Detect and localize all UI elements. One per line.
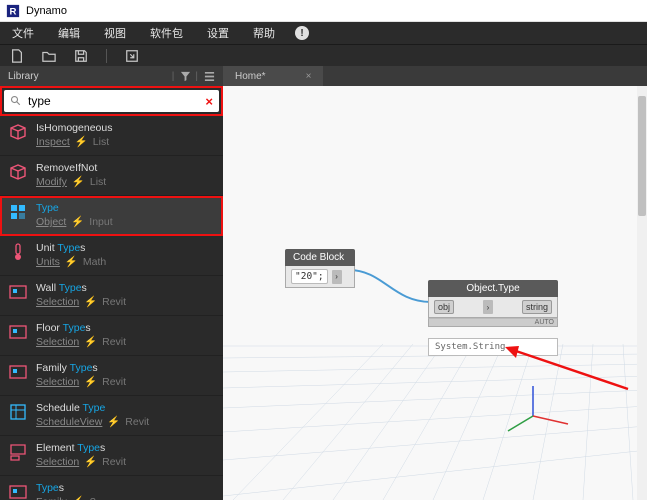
item-title: IsHomogeneous [36,122,112,135]
new-icon[interactable] [10,49,24,63]
library-item[interactable]: Element TypesSelection ⚡ Revit [0,436,223,476]
window-title: Dynamo [26,5,67,17]
library-item[interactable]: Wall TypesSelection ⚡ Revit [0,276,223,316]
filter-divider2: | [195,71,198,82]
alert-icon[interactable]: ! [295,26,309,40]
close-tab-icon[interactable]: × [306,71,312,82]
item-title: Type [36,202,113,215]
library-item[interactable]: Family TypesSelection ⚡ Revit [0,356,223,396]
search-highlight: × [0,86,223,116]
item-subtitle: Selection ⚡ Revit [36,376,126,389]
item-title: Floor Types [36,322,126,335]
item-subtitle: Object ⚡ Input [36,216,113,229]
search-input[interactable] [28,94,205,108]
menubar: 文件 编辑 视图 软件包 设置 帮助 ! [0,22,647,44]
item-title: Family Types [36,362,126,375]
item-title: Element Types [36,442,126,455]
input-port-obj[interactable]: obj [434,300,454,314]
library-header-label: Library [8,71,39,82]
save-icon[interactable] [74,49,88,63]
library-header: Library | | [0,66,223,86]
item-title: Wall Types [36,282,126,295]
library-item[interactable]: RemoveIfNotModify ⚡ List [0,156,223,196]
library-item[interactable]: TypeObject ⚡ Input [0,196,223,236]
vertical-scrollbar[interactable] [637,86,647,500]
menu-settings[interactable]: 设置 [195,25,241,41]
item-icon [8,482,28,500]
menu-help[interactable]: 帮助 [241,25,287,41]
list-view-icon[interactable] [204,71,215,82]
output-port[interactable]: › [332,270,342,284]
item-icon [8,242,28,262]
search-box[interactable]: × [4,90,219,112]
toolbar-divider [106,49,107,63]
menu-view[interactable]: 视图 [92,25,138,41]
item-title: Types [36,482,96,495]
graph-canvas[interactable]: Code Block "20"; › Object.Type obj › str… [223,86,647,500]
item-icon [8,442,28,462]
open-icon[interactable] [42,49,56,63]
library-item[interactable]: IsHomogeneousInspect ⚡ List [0,116,223,156]
filter-icon[interactable] [180,71,191,82]
tab-bar: Home* × [223,66,647,86]
library-item[interactable]: TypesFamily ⚡ ? [0,476,223,500]
node-header[interactable]: Object.Type [428,280,558,297]
output-port-string[interactable]: string [522,300,552,314]
titlebar: R Dynamo [0,0,647,22]
menu-file[interactable]: 文件 [0,25,46,41]
library-results[interactable]: IsHomogeneousInspect ⚡ ListRemoveIfNotMo… [0,116,223,500]
toolbar [0,44,647,66]
library-panel: Library | | × IsHomogeneousInspect ⚡ Lis… [0,66,223,500]
item-title: RemoveIfNot [36,162,106,175]
annotation-arrow-icon [503,344,633,394]
item-title: Unit Types [36,242,106,255]
item-subtitle: ScheduleView ⚡ Revit [36,416,149,429]
tab-home[interactable]: Home* × [223,66,323,86]
item-icon [8,162,28,182]
item-subtitle: Modify ⚡ List [36,176,106,189]
node-code-block[interactable]: Code Block "20"; › [285,249,355,288]
export-icon[interactable] [125,49,139,63]
library-item[interactable]: Floor TypesSelection ⚡ Revit [0,316,223,356]
item-icon [8,282,28,302]
clear-search-icon[interactable]: × [205,94,213,109]
node-header[interactable]: Code Block [285,249,355,266]
library-item[interactable]: Schedule TypeScheduleView ⚡ Revit [0,396,223,436]
canvas-area: Home* × [223,66,647,500]
tab-label: Home* [235,71,266,82]
svg-text:R: R [10,6,17,17]
menu-packages[interactable]: 软件包 [138,25,195,41]
menu-edit[interactable]: 编辑 [46,25,92,41]
item-icon [8,362,28,382]
revit-logo-icon: R [6,4,20,18]
item-icon [8,202,28,222]
item-icon [8,322,28,342]
item-subtitle: Selection ⚡ Revit [36,456,126,469]
code-block-value[interactable]: "20"; [291,269,328,284]
item-title: Schedule Type [36,402,149,415]
scrollbar-thumb[interactable] [638,96,646,216]
item-subtitle: Inspect ⚡ List [36,136,112,149]
item-subtitle: Selection ⚡ Revit [36,296,126,309]
filter-divider: | [172,71,175,82]
node-object-type[interactable]: Object.Type obj › string AUTO [428,280,558,327]
lacing-icon[interactable]: › [483,300,493,314]
node-footer: AUTO [428,318,558,327]
item-subtitle: Units ⚡ Math [36,256,106,269]
search-icon [10,95,22,107]
item-subtitle: Selection ⚡ Revit [36,336,126,349]
item-icon [8,122,28,142]
library-item[interactable]: Unit TypesUnits ⚡ Math [0,236,223,276]
item-subtitle: Family ⚡ ? [36,496,96,500]
item-icon [8,402,28,422]
